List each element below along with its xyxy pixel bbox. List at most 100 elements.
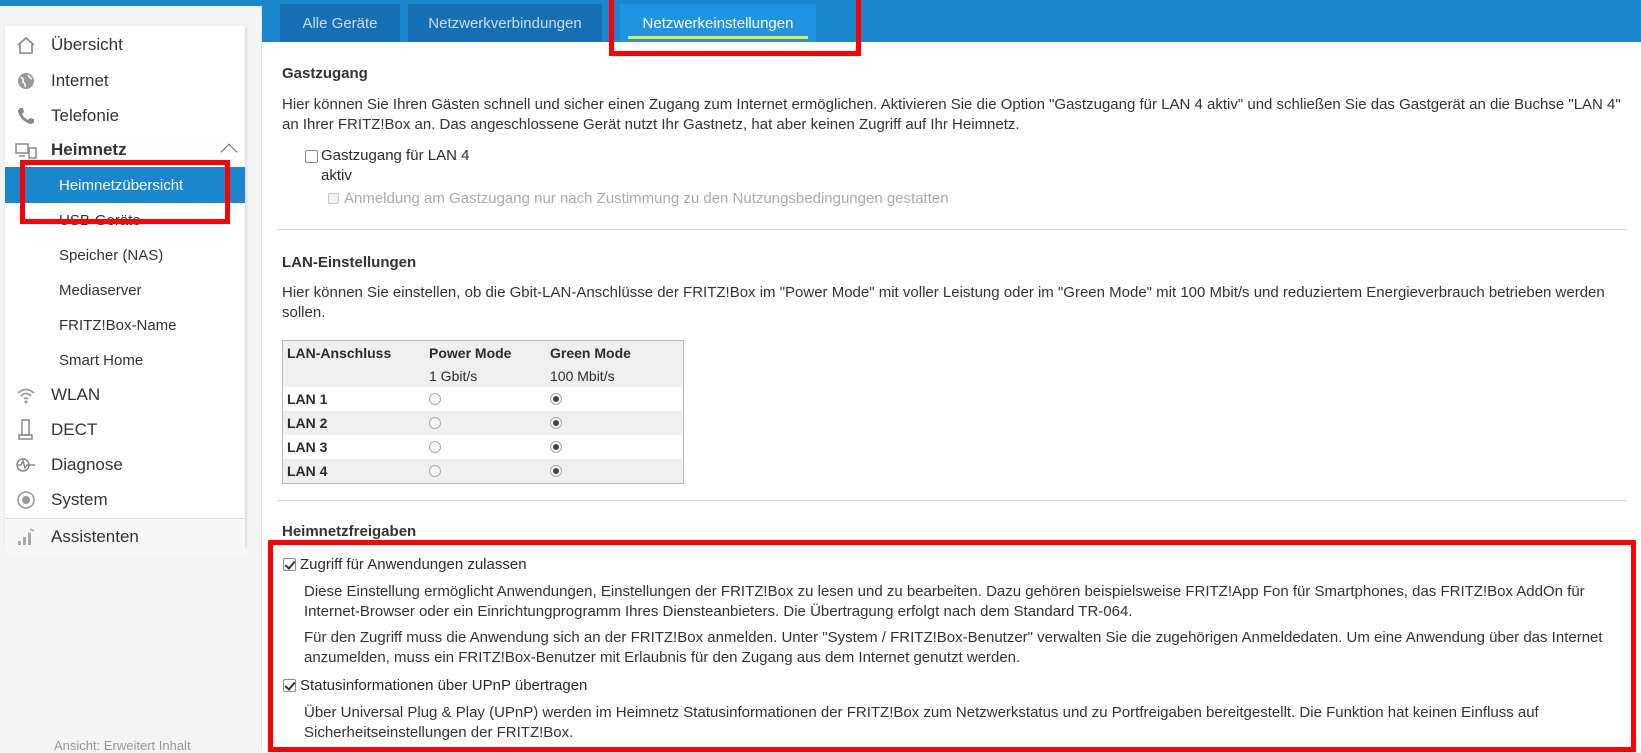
app-access-label: Zugriff für Anwendungen zulassen [300,556,527,573]
menu-item-label: Diagnose [51,455,123,474]
section-divider [277,229,1627,230]
submenu-item-speicher-nas[interactable]: Speicher (NAS) [5,237,245,273]
wizard-icon [13,526,39,548]
submenu-item-mediaserver[interactable]: Mediaserver [5,272,245,308]
submenu-item-heimnetzuebersicht[interactable]: Heimnetzübersicht [5,167,245,203]
submenu-item-label: Speicher (NAS) [59,246,164,264]
system-icon [13,489,39,511]
gastzugang-terms-checkbox[interactable] [328,193,339,204]
tab-netzwerkverbindungen[interactable]: Netzwerkverbindungen [408,4,602,42]
green-mode-radio-lan3[interactable] [550,441,562,453]
column-subheader-power: 1 Gbit/s [429,368,478,384]
submenu-item-label: USB-Geräte [59,211,141,229]
menu-item-label: Internet [51,71,109,90]
menu-item-uebersicht[interactable]: Übersicht [5,27,245,63]
section-title-heimnetzfreigaben: Heimnetzfreigaben [282,523,417,540]
dect-phone-icon [13,419,39,441]
upnp-status-option[interactable]: Statusinformationen über UPnP übertragen [283,677,587,694]
column-header-green: Green Mode [550,345,631,361]
gastzugang-lan4-label-line1: Gastzugang für LAN 4 [321,147,470,164]
table-row: LAN 1 [283,387,683,411]
view-mode-links[interactable]: Ansicht: Erweitert Inhalt [54,738,191,753]
menu-item-system[interactable]: System [5,482,245,518]
green-mode-radio-lan2[interactable] [550,417,562,429]
column-header-port: LAN-Anschluss [287,345,392,361]
menu-item-internet[interactable]: Internet [5,63,245,99]
menu-item-label: Übersicht [51,35,123,54]
power-mode-radio-lan3[interactable] [429,441,441,453]
menu-item-label: Heimnetz [51,140,127,159]
diagnose-icon [13,454,39,476]
menu-item-label: WLAN [51,385,101,404]
gastzugang-description: Hier können Sie Ihren Gästen schnell und… [282,96,1621,133]
app-access-description-2: Für den Zugriff muss die Anwendung sich … [304,629,1603,666]
table-row: LAN 2 [283,411,683,435]
lan-mode-table: LAN-Anschluss Power Mode Green Mode 1 Gb… [282,340,684,484]
menu-item-assistenten[interactable]: Assistenten [5,519,245,555]
column-subheader-green: 100 Mbit/s [550,368,615,384]
phone-icon [13,105,39,127]
row-label: LAN 4 [287,463,328,479]
menu-item-telefonie[interactable]: Telefonie [5,98,245,134]
column-header-power: Power Mode [429,345,512,361]
sidebar: Übersicht Internet Telefonie Heimnetz He… [0,0,262,753]
app-access-checkbox[interactable] [283,558,296,571]
menu-item-label: System [51,490,108,509]
submenu-item-fritzbox-name[interactable]: FRITZ!Box-Name [5,307,245,343]
active-tab-underline [628,36,808,39]
tab-alle-geraete[interactable]: Alle Geräte [280,4,400,42]
submenu-item-label: Heimnetzübersicht [59,176,184,194]
tab-label: Netzwerkverbindungen [428,14,582,32]
tab-bar: Alle Geräte Netzwerkverbindungen Netzwer… [262,0,1641,42]
tab-label: Alle Geräte [302,14,378,32]
power-mode-radio-lan1[interactable] [429,393,441,405]
row-label: LAN 1 [287,391,328,407]
submenu-item-usb-geraete[interactable]: USB-Geräte [5,202,245,238]
main-menu: Übersicht Internet Telefonie Heimnetz He… [5,26,245,555]
app-access-option[interactable]: Zugriff für Anwendungen zulassen [283,556,527,573]
row-label: LAN 3 [287,439,328,455]
menu-item-dect[interactable]: DECT [5,412,245,448]
network-icon [13,139,39,161]
submenu-item-label: FRITZ!Box-Name [59,316,177,334]
gastzugang-lan4-option[interactable]: Gastzugang für LAN 4 aktiv [305,146,469,186]
gastzugang-terms-label: Anmeldung am Gastzugang nur nach Zustimm… [344,190,949,207]
menu-item-wlan[interactable]: WLAN [5,377,245,413]
gastzugang-lan4-label: Gastzugang für LAN 4 aktiv [321,146,469,186]
submenu-item-smart-home[interactable]: Smart Home [5,342,245,378]
power-mode-radio-lan4[interactable] [429,465,441,477]
table-row: LAN 4 [283,459,683,483]
tab-netzwerkeinstellungen[interactable]: Netzwerkeinstellungen [620,4,816,42]
section-title-gastzugang: Gastzugang [282,65,368,82]
row-label: LAN 2 [287,415,328,431]
gastzugang-lan4-label-line2: aktiv [321,167,352,184]
menu-item-heimnetz[interactable]: Heimnetz [5,132,245,168]
lan-description: Hier können Sie einstellen, ob die Gbit-… [282,284,1605,321]
globe-icon [13,70,39,92]
section-divider [277,500,1627,501]
table-row: LAN 3 [283,435,683,459]
upnp-status-checkbox[interactable] [283,679,296,692]
table-header-row: LAN-Anschluss Power Mode Green Mode [283,341,683,365]
chevron-up-icon[interactable] [220,143,238,161]
green-mode-radio-lan1[interactable] [550,393,562,405]
app-access-description-1: Diese Einstellung ermöglicht Anwendungen… [304,583,1585,620]
tab-label: Netzwerkeinstellungen [642,14,794,32]
gastzugang-terms-option[interactable]: Anmeldung am Gastzugang nur nach Zustimm… [328,190,949,207]
sidebar-top-bar [0,0,262,6]
menu-item-label: Assistenten [51,527,139,546]
wifi-icon [13,384,39,406]
menu-item-label: DECT [51,420,98,439]
menu-item-diagnose[interactable]: Diagnose [5,447,245,483]
section-title-lan: LAN-Einstellungen [282,254,417,271]
submenu-item-label: Smart Home [59,351,144,369]
home-icon [13,34,39,56]
upnp-status-label: Statusinformationen über UPnP übertragen [300,677,588,694]
gastzugang-lan4-checkbox[interactable] [305,150,318,163]
green-mode-radio-lan4[interactable] [550,465,562,477]
submenu-item-label: Mediaserver [59,281,142,299]
power-mode-radio-lan2[interactable] [429,417,441,429]
table-subheader-row: 1 Gbit/s 100 Mbit/s [283,365,683,387]
menu-item-label: Telefonie [51,106,120,125]
content-area: Alle Geräte Netzwerkverbindungen Netzwer… [262,0,1641,750]
